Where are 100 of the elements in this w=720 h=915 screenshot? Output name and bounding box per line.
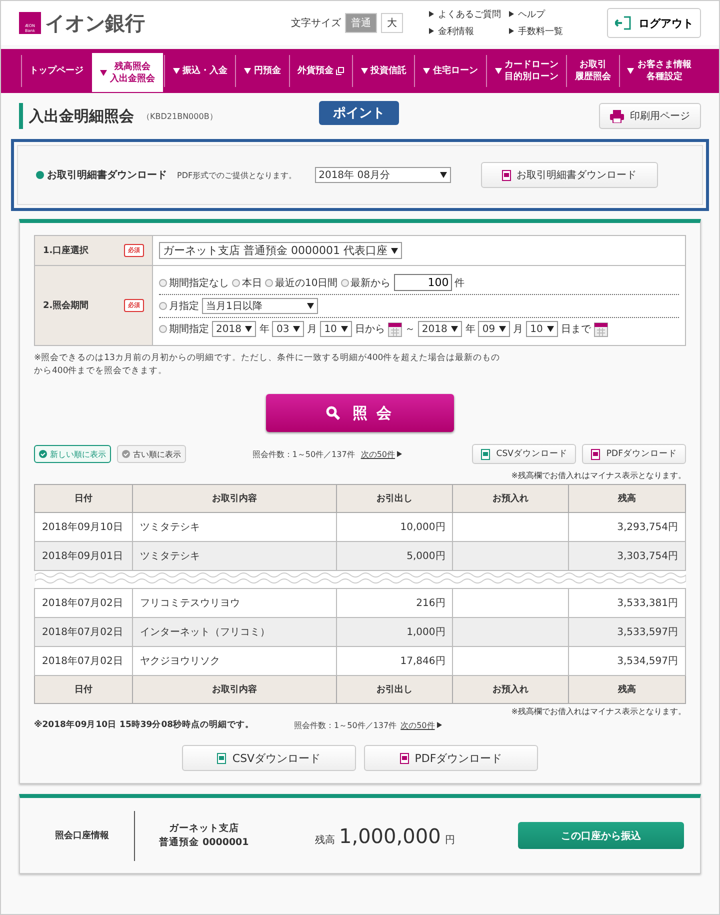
nav-tab[interactable]: カードローン 目的別ローン bbox=[486, 55, 566, 87]
transfer-button[interactable]: この口座から振込 bbox=[518, 822, 684, 849]
sort-button[interactable]: 古い順に表示 bbox=[117, 445, 186, 463]
dropdown[interactable]: 09 bbox=[478, 321, 510, 337]
header-link[interactable]: 金利情報 bbox=[427, 25, 507, 38]
table-cell: 10,000円 bbox=[336, 512, 453, 542]
table-cell: 17,846円 bbox=[336, 646, 453, 676]
account-info-label: 照会口座情報 bbox=[54, 829, 110, 842]
header-link[interactable]: ヘルプ bbox=[507, 8, 587, 21]
caret-icon bbox=[627, 68, 634, 74]
calendar-icon[interactable] bbox=[594, 322, 608, 336]
balance-label: 残高 bbox=[315, 834, 335, 846]
column-header: 残高 bbox=[568, 484, 686, 512]
check-circle-icon bbox=[39, 450, 47, 458]
period-note: ※照会できるのは13カ月前の月初からの明細です。ただし、条件に一致する明細が400件を超えた場合は最新のものから400件までを照会できます。 bbox=[34, 352, 502, 378]
column-header: お取引内容 bbox=[132, 484, 336, 512]
unit-label: 月 bbox=[307, 323, 318, 336]
nav-tab[interactable]: 残高照会 入出金照会 bbox=[92, 53, 163, 92]
table-cell: 5,000円 bbox=[336, 542, 453, 570]
dropdown[interactable]: 03 bbox=[272, 321, 304, 337]
external-link-icon bbox=[336, 67, 344, 75]
result-count: 照会件数：1～50件／137件 bbox=[252, 448, 355, 460]
csv-download-button[interactable]: CSVダウンロード bbox=[182, 745, 356, 771]
field-label: 2.照会期間 bbox=[43, 300, 89, 312]
table-cell: 3,533,597円 bbox=[568, 618, 686, 646]
table-cell: ツミタテシキ bbox=[132, 542, 336, 570]
logout-button[interactable]: ログアウト bbox=[607, 8, 701, 38]
logout-icon bbox=[614, 16, 630, 30]
arrow-icon bbox=[509, 28, 514, 34]
csv-download-button[interactable]: CSVダウンロード bbox=[472, 444, 576, 464]
nav-tab[interactable]: お取引 履歴照会 bbox=[566, 55, 619, 87]
statement-download-button[interactable]: お取引明細書ダウンロード bbox=[480, 162, 658, 188]
header-link[interactable]: よくあるご質問 bbox=[427, 8, 507, 21]
page-title: 入出金明細照会 bbox=[29, 106, 134, 126]
caret-icon bbox=[451, 326, 458, 332]
radio-option[interactable]: 月指定 bbox=[159, 299, 199, 313]
table-cell: 2018年07月02日 bbox=[34, 588, 132, 618]
dropdown[interactable]: 10 bbox=[526, 321, 558, 337]
caret-icon bbox=[360, 68, 368, 74]
nav-tab[interactable]: 振込・入金 bbox=[164, 55, 236, 87]
pdf-download-button[interactable]: PDFダウンロード bbox=[364, 745, 538, 771]
column-footer: 日付 bbox=[34, 676, 132, 704]
header-link[interactable]: 手数料一覧 bbox=[507, 25, 587, 38]
unit-label: 日まで bbox=[560, 323, 591, 336]
account-dropdown[interactable]: ガーネット支店 普通預金 0000001 代表口座 bbox=[159, 242, 402, 259]
dropdown[interactable]: 当月1日以降 bbox=[202, 298, 318, 314]
balance-amount: 1,000,000 bbox=[339, 824, 441, 848]
sort-button[interactable]: 新しい順に表示 bbox=[34, 445, 111, 463]
caret-icon bbox=[340, 326, 348, 332]
pdf-download-button[interactable]: PDFダウンロード bbox=[582, 444, 686, 464]
pdf-file-icon bbox=[400, 752, 409, 764]
section-label: お取引明細書ダウンロード bbox=[36, 168, 167, 182]
font-size-option[interactable]: 大 bbox=[381, 13, 403, 33]
unit-label: 年 bbox=[465, 323, 476, 336]
screen-code: （KBD21BN000B） bbox=[142, 110, 218, 122]
next-page-link[interactable]: 次の50件 bbox=[360, 448, 406, 460]
radio-option[interactable]: 本日 bbox=[232, 276, 262, 290]
count-field[interactable]: 100 bbox=[394, 274, 452, 291]
radio-option[interactable]: 期間指定なし bbox=[159, 276, 229, 290]
radio-option[interactable]: 最近の10日間 bbox=[265, 276, 338, 290]
nav-tab[interactable]: 円預金 bbox=[235, 55, 289, 87]
calendar-icon[interactable] bbox=[388, 322, 402, 336]
search-icon bbox=[326, 406, 340, 420]
table-cell: 2018年07月02日 bbox=[34, 646, 132, 676]
nav-tab[interactable]: お客さま情報 各種設定 bbox=[618, 55, 700, 87]
search-button[interactable]: 照 会 bbox=[266, 394, 454, 432]
column-header: お引出し bbox=[336, 484, 453, 512]
branch-name: ガーネット支店 bbox=[169, 822, 239, 836]
dropdown[interactable]: 10 bbox=[320, 321, 352, 337]
table-cell: 3,533,381円 bbox=[568, 588, 686, 618]
dropdown[interactable]: 2018 bbox=[418, 321, 462, 337]
table-cell: ヤクジヨウリソク bbox=[132, 646, 336, 676]
nav-tab[interactable]: 外貨預金 bbox=[288, 55, 352, 87]
caret-icon bbox=[546, 326, 554, 332]
timestamp-note: ※2018年09月10日 15時39分08秒時点の明細です。 bbox=[34, 719, 254, 731]
result-count: 照会件数：1～50件／137件 bbox=[294, 720, 397, 730]
unit-label: 年 bbox=[259, 323, 270, 336]
dropdown[interactable]: 2018 bbox=[212, 321, 256, 337]
table-cell: 1,000円 bbox=[336, 618, 453, 646]
csv-file-icon bbox=[481, 448, 490, 460]
table-cell: 3,293,754円 bbox=[568, 512, 686, 542]
nav-tab[interactable]: 住宅ローン bbox=[414, 55, 486, 87]
nav-tab[interactable]: 投資信託 bbox=[352, 55, 414, 87]
radio-option[interactable]: 最新から bbox=[340, 276, 391, 290]
next-page-link[interactable]: 次の50件 bbox=[400, 720, 446, 730]
bank-name: イオン銀行 bbox=[45, 10, 145, 36]
print-button[interactable]: 印刷用ページ bbox=[599, 103, 701, 129]
nav-tab[interactable]: トップページ bbox=[21, 55, 92, 87]
caret-icon bbox=[293, 326, 300, 332]
minus-note: ※残高欄でお借入れはマイナス表示となります。 bbox=[511, 707, 686, 716]
csv-file-icon bbox=[217, 752, 226, 764]
table-cell: インターネット（フリコミ） bbox=[132, 618, 336, 646]
caret-icon bbox=[391, 248, 398, 254]
radio-option[interactable]: 期間指定 bbox=[159, 322, 209, 336]
month-dropdown[interactable]: 2018年 08月分 bbox=[314, 167, 451, 183]
unit-label: 日から bbox=[354, 323, 385, 336]
caret-icon bbox=[440, 172, 447, 178]
column-header: お預入れ bbox=[452, 484, 568, 512]
caret-icon bbox=[499, 326, 506, 332]
table-cell: 216円 bbox=[336, 588, 453, 618]
